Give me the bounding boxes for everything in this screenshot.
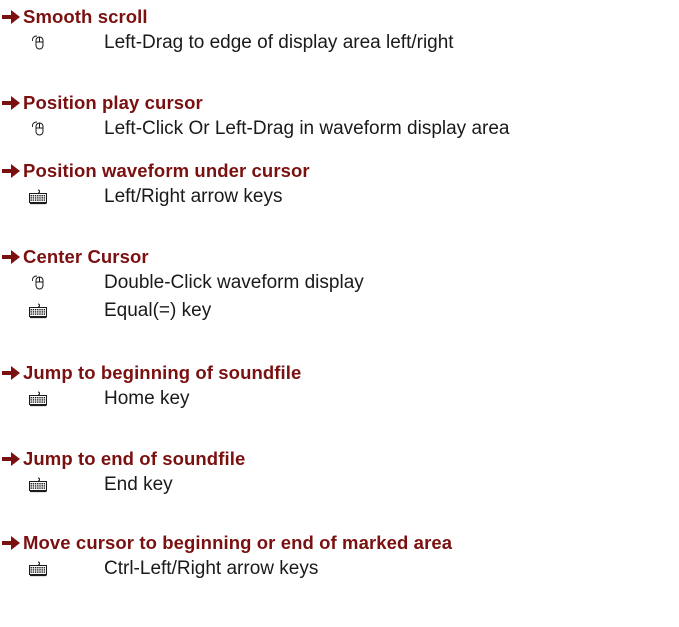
shortcut-item: Left-Click Or Left-Drag in waveform disp… (0, 117, 679, 141)
section-heading: Jump to beginning of soundfile (0, 362, 301, 384)
section-heading: Smooth scroll (0, 6, 148, 28)
arrow-right-icon (0, 532, 22, 554)
section-title: Position waveform under cursor (23, 160, 310, 181)
section-heading: Move cursor to beginning or end of marke… (0, 532, 452, 554)
shortcut-description: Left/Right arrow keys (104, 186, 283, 207)
section-title: Smooth scroll (23, 6, 148, 27)
arrow-right-icon (0, 362, 22, 384)
arrow-right-icon (0, 6, 22, 28)
shortcut-item: Double-Click waveform display (0, 271, 679, 295)
shortcut-item: Equal(=) key (0, 299, 679, 323)
mouse-icon (28, 273, 48, 293)
shortcut-description: Double-Click waveform display (104, 272, 364, 293)
section-title: Jump to end of soundfile (23, 448, 246, 469)
shortcut-description: Left-Drag to edge of display area left/r… (104, 32, 454, 53)
shortcut-item: Ctrl-Left/Right arrow keys (0, 557, 679, 581)
section-heading: Position waveform under cursor (0, 160, 310, 182)
keyboard-icon (28, 475, 48, 495)
arrow-right-icon (0, 246, 22, 268)
section-heading: Jump to end of soundfile (0, 448, 245, 470)
shortcut-description: Home key (104, 388, 190, 409)
arrow-right-icon (0, 92, 22, 114)
keyboard-icon (28, 389, 48, 409)
section-title: Jump to beginning of soundfile (23, 362, 302, 383)
section-title: Position play cursor (23, 92, 203, 113)
arrow-right-icon (0, 160, 22, 182)
shortcut-item: Left/Right arrow keys (0, 185, 679, 209)
section-title: Center Cursor (23, 246, 149, 267)
section-title: Move cursor to beginning or end of marke… (23, 532, 453, 553)
shortcut-description: Ctrl-Left/Right arrow keys (104, 558, 319, 579)
arrow-right-icon (0, 448, 22, 470)
keyboard-icon (28, 559, 48, 579)
shortcut-description: End key (104, 474, 173, 495)
section-heading: Position play cursor (0, 92, 203, 114)
mouse-icon (28, 33, 48, 53)
keyboard-icon (28, 187, 48, 207)
shortcut-item: Home key (0, 387, 679, 411)
shortcut-item: End key (0, 473, 679, 497)
mouse-icon (28, 119, 48, 139)
shortcut-item: Left-Drag to edge of display area left/r… (0, 31, 679, 55)
shortcut-description: Left-Click Or Left-Drag in waveform disp… (104, 118, 510, 139)
shortcut-description: Equal(=) key (104, 300, 212, 321)
section-heading: Center Cursor (0, 246, 149, 268)
keyboard-icon (28, 301, 48, 321)
